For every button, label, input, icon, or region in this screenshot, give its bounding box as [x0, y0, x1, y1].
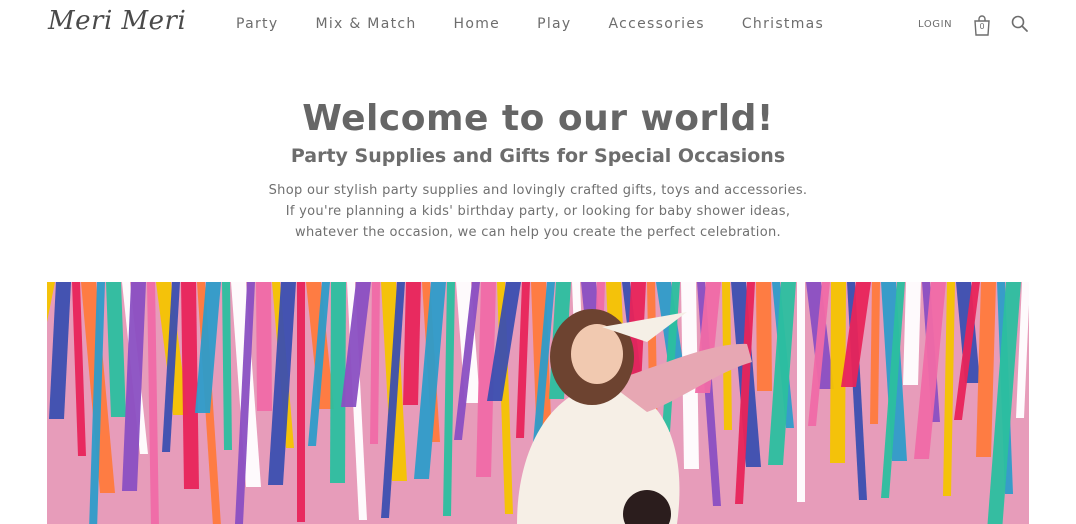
- nav-item-play[interactable]: Play: [537, 16, 571, 32]
- hero-description: Shop our stylish party supplies and lovi…: [268, 183, 808, 240]
- site-header: Meri Meri Party Mix & Match Home Play Ac…: [0, 0, 1076, 52]
- streamer: [297, 282, 305, 522]
- streamer-illustration: [47, 282, 1029, 524]
- login-link[interactable]: LOGIN: [918, 19, 952, 30]
- streamer: [403, 282, 421, 405]
- streamer: [256, 282, 272, 411]
- page-subtitle: Party Supplies and Gifts for Special Occ…: [290, 145, 786, 167]
- cart-count: 0: [979, 22, 985, 31]
- brand-logo[interactable]: Meri Meri: [48, 6, 186, 36]
- main-nav: Party Mix & Match Home Play Accessories …: [236, 16, 861, 32]
- page-title: Welcome to our world!: [302, 98, 774, 139]
- streamer: [330, 282, 346, 483]
- hero-banner-image[interactable]: [47, 282, 1029, 524]
- streamer: [797, 282, 805, 502]
- nav-item-party[interactable]: Party: [236, 16, 278, 32]
- nav-item-christmas[interactable]: Christmas: [742, 16, 824, 32]
- nav-item-home[interactable]: Home: [454, 16, 501, 32]
- hero-section: Welcome to our world! Party Supplies and…: [0, 94, 1076, 243]
- streamer: [903, 282, 921, 385]
- nav-item-accessories[interactable]: Accessories: [608, 16, 704, 32]
- nav-item-mix-match[interactable]: Mix & Match: [315, 16, 416, 32]
- streamer: [756, 282, 772, 391]
- streamer: [181, 282, 199, 489]
- shopping-bag-icon[interactable]: 0: [973, 15, 991, 37]
- search-icon[interactable]: [1011, 15, 1029, 33]
